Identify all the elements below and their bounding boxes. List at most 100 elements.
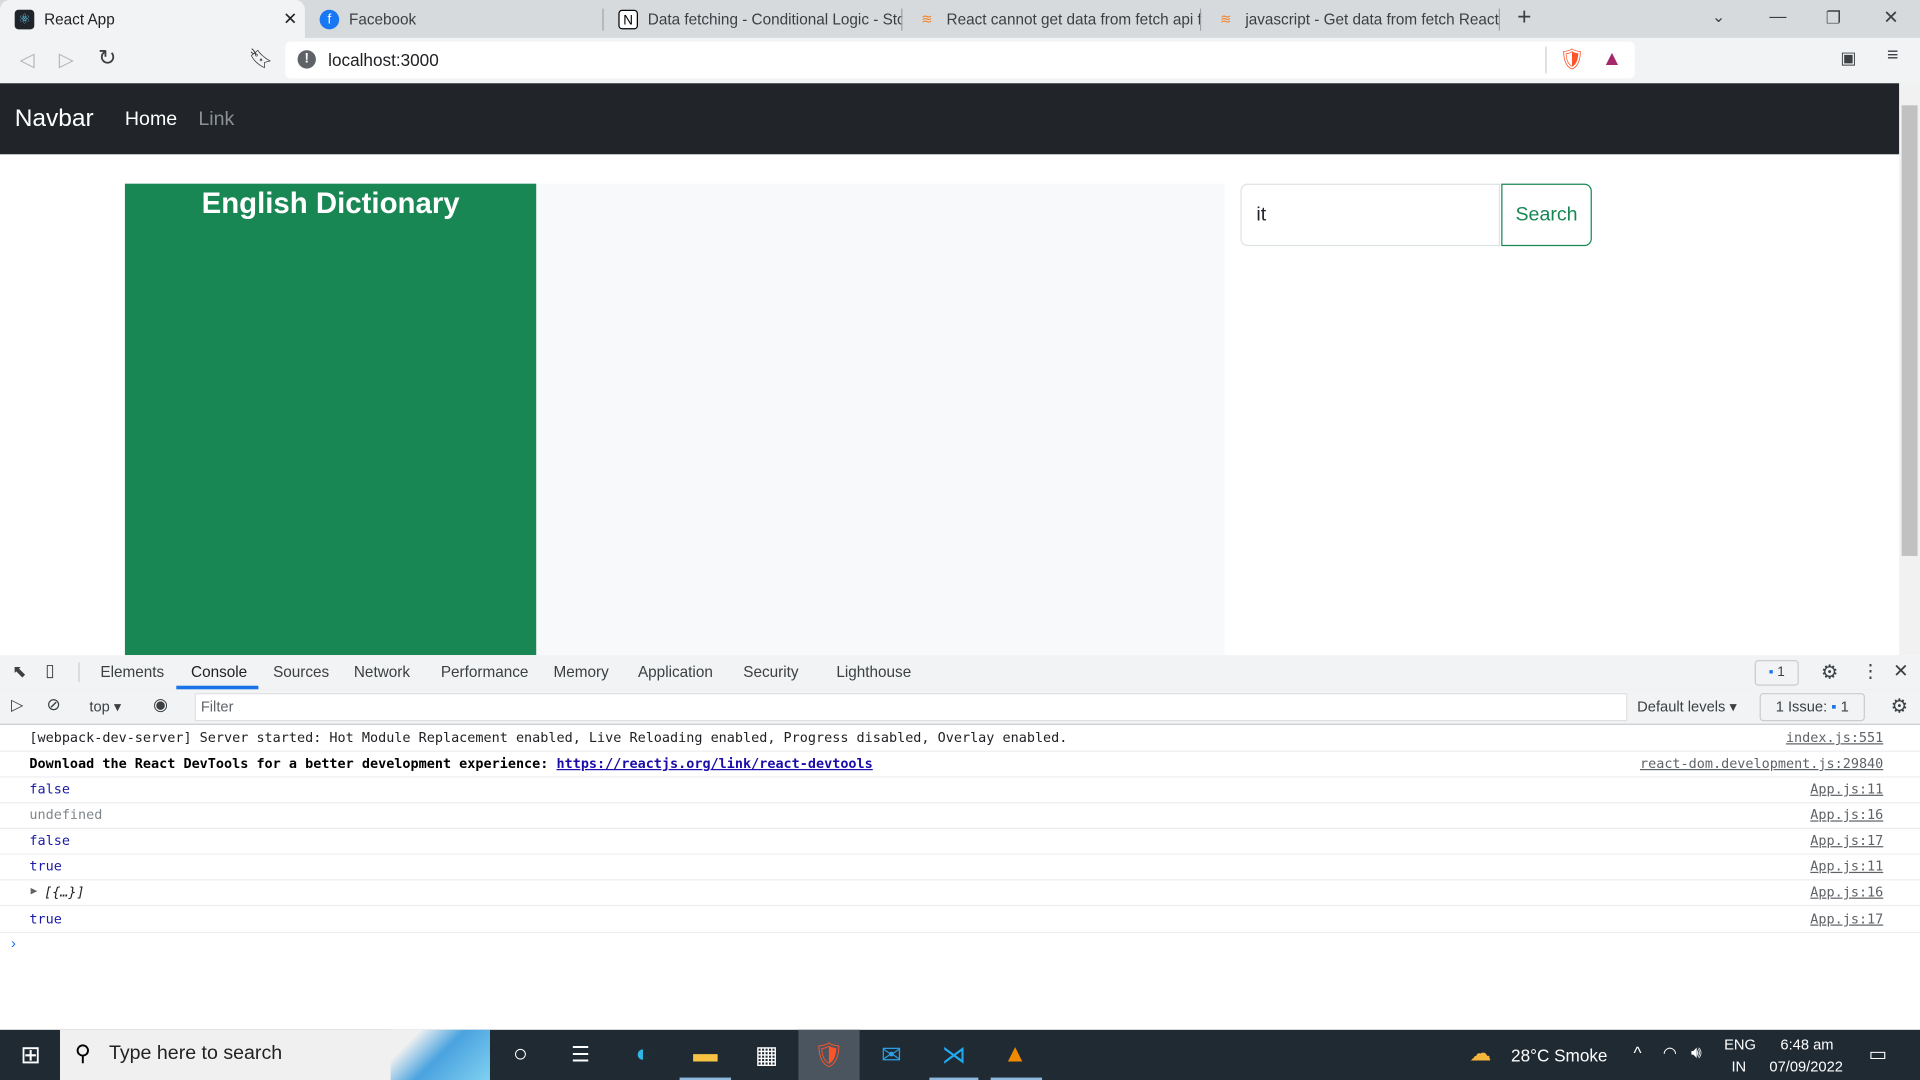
back-icon[interactable]: ◁ [20, 48, 35, 72]
vscode-icon[interactable]: ⋊ [923, 1030, 984, 1080]
console-source-link[interactable]: App.js:16 [1810, 879, 1883, 905]
console-source-link[interactable]: App.js:11 [1810, 853, 1883, 879]
tab-react-app[interactable]: ⚛ React App ✕ [0, 0, 305, 38]
devtools-tab-sources[interactable]: Sources [273, 664, 329, 681]
console-prompt[interactable]: › [11, 934, 16, 951]
tab-stackoverflow-1[interactable]: ≋ React cannot get data from fetch api f [902, 0, 1202, 38]
edge-icon[interactable]: ◐ [612, 1030, 673, 1080]
navbar: Navbar Home Link [0, 83, 1900, 155]
new-tab-button[interactable]: + [1517, 4, 1531, 32]
file-explorer-icon[interactable]: ▬ [675, 1030, 736, 1080]
console-source-link[interactable]: App.js:16 [1810, 802, 1883, 828]
menu-icon[interactable]: ≡ [1887, 45, 1898, 67]
console-message: undefined [29, 806, 103, 823]
devtools-tab-network[interactable]: Network [354, 664, 410, 681]
start-icon[interactable]: ⊞ [0, 1030, 61, 1080]
expand-triangle-icon[interactable]: ▶ [31, 879, 38, 905]
vercel-icon: N [618, 9, 638, 29]
clock-time[interactable]: 6:48 am [1780, 1036, 1833, 1053]
devtools-tab-security[interactable]: Security [743, 664, 798, 681]
url-text[interactable]: localhost:3000 [328, 50, 439, 70]
devtools-tab-application[interactable]: Application [638, 664, 713, 681]
search-button[interactable]: Search [1501, 183, 1592, 247]
context-select[interactable]: top ▾ [89, 698, 121, 715]
close-devtools-icon[interactable]: ✕ [1893, 660, 1908, 682]
mail-icon[interactable]: ✉ [861, 1030, 922, 1080]
console-source-link[interactable]: App.js:17 [1810, 828, 1883, 854]
close-tab-icon[interactable]: ✕ [283, 9, 297, 30]
stackoverflow-icon: ≋ [1220, 11, 1232, 27]
filter-input[interactable]: Filter [194, 693, 1628, 722]
devtools-tab-lighthouse[interactable]: Lighthouse [836, 664, 911, 681]
devtools-tab-performance[interactable]: Performance [441, 664, 529, 681]
vlc-icon[interactable]: ▲ [984, 1030, 1045, 1080]
close-window-icon[interactable]: ✕ [1883, 6, 1898, 28]
brave-shields-icon[interactable]: 🛡︎ [1559, 48, 1585, 72]
taskbar-search[interactable]: ⚲ Type here to search [60, 1029, 490, 1080]
console-source-link[interactable]: react-dom.development.js:29840 [1640, 751, 1883, 777]
tab-data-fetching[interactable]: N Data fetching - Conditional Logic - St… [604, 0, 903, 38]
device-toolbar-icon[interactable]: ▯ [45, 660, 54, 681]
network-icon[interactable]: ◠ [1663, 1043, 1677, 1063]
console-source-link[interactable]: index.js:551 [1786, 725, 1883, 751]
navbar-brand[interactable]: Navbar [15, 105, 94, 133]
sidebar-toggle-icon[interactable]: ▷ [11, 696, 23, 716]
live-expression-icon[interactable]: ◉ [153, 694, 168, 715]
nav-link-home[interactable]: Home [125, 109, 177, 131]
devtools-link[interactable]: https://reactjs.org/link/react-devtools [556, 756, 872, 772]
console-row: [{…}] ▶ App.js:16 [0, 879, 1920, 907]
info-icon[interactable]: ! [297, 50, 316, 69]
tab-title: Data fetching - Conditional Logic - Sto [647, 10, 903, 28]
console-output: [webpack-dev-server] Server started: Hot… [0, 725, 1920, 1030]
console-source-link[interactable]: App.js:17 [1810, 906, 1883, 932]
forward-icon[interactable]: ▷ [59, 48, 74, 72]
tab-stackoverflow-2[interactable]: ≋ javascript - Get data from fetch React [1201, 0, 1501, 38]
brave-rewards-icon[interactable]: ▲ [1602, 47, 1623, 71]
inspect-icon[interactable]: ⬉ [12, 661, 26, 682]
language-top[interactable]: ENG [1724, 1036, 1756, 1053]
nav-link-link[interactable]: Link [198, 109, 234, 131]
more-icon[interactable]: ⋮ [1861, 660, 1879, 682]
page-scrollbar[interactable] [1899, 83, 1920, 656]
search-highlight-image [390, 1029, 490, 1080]
address-bar[interactable]: ! localhost:3000 🛡︎ ▲ [285, 41, 1635, 79]
tab-title: javascript - Get data from fetch React [1245, 10, 1499, 28]
tab-strip: ⚛ React App ✕ f Facebook N Data fetching… [0, 0, 1920, 38]
language-bottom[interactable]: IN [1731, 1058, 1746, 1075]
bookmark-icon[interactable]: 🔖︎ [249, 47, 274, 71]
messages-badge[interactable]: ▪ 1 [1754, 660, 1799, 686]
devtools-tab-elements[interactable]: Elements [100, 664, 164, 681]
tab-search-icon[interactable]: ⌄ [1712, 7, 1725, 27]
browser-toolbar: ◁ ▷ ↻ 🔖︎ ! localhost:3000 🛡︎ ▲ ▣ ≡ [0, 37, 1920, 84]
weather-icon[interactable]: ☁ [1469, 1041, 1491, 1067]
log-levels-select[interactable]: Default levels ▾ [1637, 698, 1737, 715]
results-area [536, 183, 1225, 656]
devtools-tab-memory[interactable]: Memory [553, 664, 608, 681]
weather-text[interactable]: 28°C Smoke [1511, 1046, 1607, 1066]
restore-icon[interactable]: ❐ [1826, 7, 1841, 28]
clock-date[interactable]: 07/09/2022 [1769, 1058, 1843, 1075]
console-row: Download the React DevTools for a better… [0, 751, 1920, 778]
task-view-icon[interactable]: ☰ [550, 1030, 611, 1080]
search-input-value: it [1256, 204, 1267, 226]
cortana-icon[interactable]: ○ [490, 1030, 551, 1080]
console-message: false [29, 781, 70, 798]
wallet-icon[interactable]: ▣ [1840, 48, 1856, 69]
devtools-tab-console[interactable]: Console [191, 664, 247, 681]
console-row: true App.js:17 [0, 906, 1920, 934]
brave-taskbar-icon[interactable]: 🛡︎ [798, 1029, 860, 1080]
console-settings-icon[interactable]: ⚙ [1891, 694, 1909, 718]
notifications-icon[interactable]: ▭ [1869, 1042, 1888, 1066]
console-source-link[interactable]: App.js:11 [1810, 776, 1883, 802]
store-icon[interactable]: ▦ [736, 1030, 797, 1080]
issues-button[interactable]: 1 Issue: ▪ 1 [1759, 693, 1865, 722]
volume-icon[interactable]: 🔊︎ [1691, 1042, 1702, 1063]
tab-facebook[interactable]: f Facebook [305, 0, 604, 38]
reload-icon[interactable]: ↻ [98, 45, 116, 71]
show-hidden-icons[interactable]: ^ [1633, 1043, 1641, 1063]
clear-console-icon[interactable]: ⊘ [47, 694, 61, 715]
search-input[interactable]: it [1240, 183, 1501, 247]
stackoverflow-icon: ≋ [921, 11, 933, 27]
minimize-icon[interactable]: — [1769, 6, 1786, 26]
settings-icon[interactable]: ⚙ [1821, 660, 1839, 684]
